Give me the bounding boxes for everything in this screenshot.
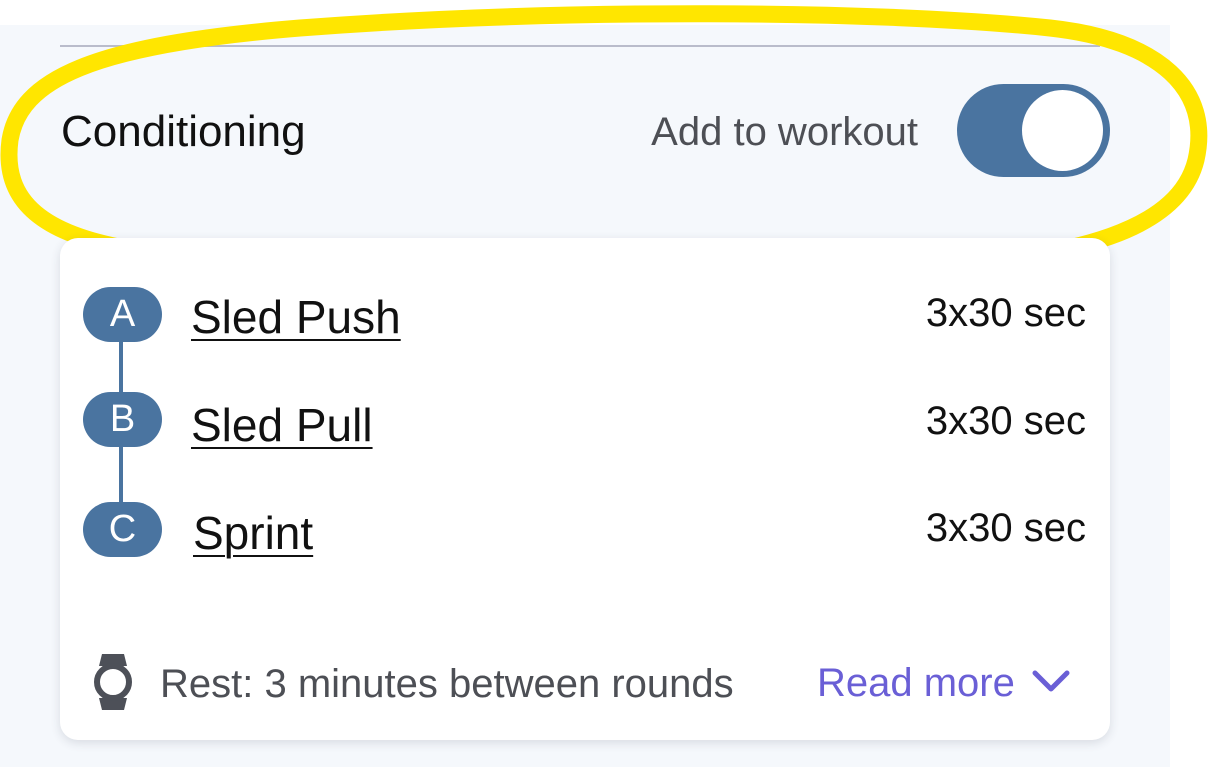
section-title: Conditioning [61, 107, 306, 156]
exercise-sets: 3x30 sec [925, 399, 1086, 443]
exercise-name-sled-pull[interactable]: Sled Pull [191, 396, 373, 454]
add-to-workout-toggle[interactable] [957, 84, 1110, 177]
read-more-link[interactable]: Read more [817, 658, 1015, 708]
toggle-knob[interactable] [1022, 90, 1103, 171]
exercise-badge-a: A [83, 287, 162, 342]
add-to-workout-label: Add to workout [651, 110, 918, 154]
exercise-name-sprint[interactable]: Sprint [193, 504, 313, 562]
watch-icon [94, 654, 132, 710]
exercise-badge-c: C [83, 502, 162, 557]
divider [60, 45, 1100, 47]
exercise-sets: 3x30 sec [925, 506, 1086, 550]
exercise-badge-b: B [83, 392, 162, 447]
exercise-sets: 3x30 sec [925, 291, 1086, 335]
exercise-name-sled-push[interactable]: Sled Push [191, 288, 401, 346]
rest-text: Rest: 3 minutes between rounds [160, 662, 734, 706]
chevron-down-icon[interactable] [1030, 667, 1072, 697]
